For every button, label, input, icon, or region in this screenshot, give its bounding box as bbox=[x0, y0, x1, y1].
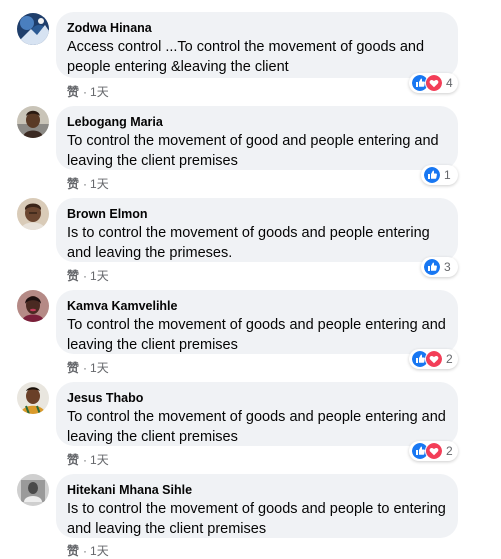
comment-text: Is to control the movement of goods and … bbox=[67, 501, 446, 537]
like-button[interactable]: 赞 bbox=[67, 453, 79, 467]
like-icon bbox=[423, 166, 441, 184]
like-button[interactable]: 赞 bbox=[67, 269, 79, 283]
reactions-summary[interactable]: 2 bbox=[409, 441, 458, 461]
like-button[interactable]: 赞 bbox=[67, 544, 79, 558]
separator-dot: · bbox=[83, 269, 88, 283]
comment-actions: 赞 · 1天 bbox=[67, 268, 109, 284]
avatar-image bbox=[17, 290, 49, 322]
reactions-summary[interactable]: 3 bbox=[421, 257, 458, 277]
comment-author[interactable]: Hitekani Mhana Sihle bbox=[67, 482, 446, 498]
comment: Jesus Thabo To control the movement of g… bbox=[0, 376, 501, 468]
comment-author[interactable]: Lebogang Maria bbox=[67, 114, 446, 130]
comment-bubble: Zodwa Hinana Access control ...To contro… bbox=[56, 12, 458, 78]
comment-actions: 赞 · 1天 bbox=[67, 84, 109, 100]
comment-time[interactable]: 1天 bbox=[90, 177, 109, 191]
reactions-summary[interactable]: 2 bbox=[409, 349, 458, 369]
like-button[interactable]: 赞 bbox=[67, 361, 79, 375]
separator-dot: · bbox=[83, 453, 88, 467]
comment: Zodwa Hinana Access control ...To contro… bbox=[0, 0, 501, 100]
avatar[interactable] bbox=[17, 106, 49, 138]
comment: Kamva Kamvelihle To control the movement… bbox=[0, 284, 501, 376]
avatar[interactable] bbox=[17, 290, 49, 322]
comment-text: To control the movement of goods and peo… bbox=[67, 317, 446, 353]
comment-author[interactable]: Kamva Kamvelihle bbox=[67, 298, 446, 314]
love-icon bbox=[425, 442, 443, 460]
comment-author[interactable]: Jesus Thabo bbox=[67, 390, 446, 406]
love-icon bbox=[425, 74, 443, 92]
reaction-count: 4 bbox=[446, 76, 453, 90]
comment-text: To control the movement of goods and peo… bbox=[67, 409, 446, 445]
comment-time[interactable]: 1天 bbox=[90, 544, 109, 558]
separator-dot: · bbox=[83, 544, 88, 558]
comment-bubble: Hitekani Mhana Sihle Is to control the m… bbox=[56, 474, 458, 538]
comment: Lebogang Maria To control the movement o… bbox=[0, 100, 501, 192]
like-button[interactable]: 赞 bbox=[67, 177, 79, 191]
comment-text: Is to control the movement of goods and … bbox=[67, 225, 430, 261]
avatar[interactable] bbox=[17, 13, 49, 45]
comment-bubble: Kamva Kamvelihle To control the movement… bbox=[56, 290, 458, 354]
avatar[interactable] bbox=[17, 198, 49, 230]
comment-actions: 赞 · 1天 bbox=[67, 360, 109, 376]
comment-author[interactable]: Zodwa Hinana bbox=[67, 20, 446, 36]
avatar-image bbox=[17, 106, 49, 138]
like-icon bbox=[423, 258, 441, 276]
reactions-summary[interactable]: 4 bbox=[409, 73, 458, 93]
reaction-count: 2 bbox=[446, 444, 453, 458]
separator-dot: · bbox=[83, 85, 88, 99]
reaction-count: 2 bbox=[446, 352, 453, 366]
comment-text: To control the movement of good and peop… bbox=[67, 133, 439, 169]
avatar-image bbox=[17, 474, 49, 506]
reactions-summary[interactable]: 1 bbox=[421, 165, 458, 185]
reaction-count: 3 bbox=[444, 260, 451, 274]
comment-time[interactable]: 1天 bbox=[90, 85, 109, 99]
comment-time[interactable]: 1天 bbox=[90, 453, 109, 467]
separator-dot: · bbox=[83, 361, 88, 375]
love-icon bbox=[425, 350, 443, 368]
comment-time[interactable]: 1天 bbox=[90, 361, 109, 375]
avatar-image bbox=[17, 198, 49, 230]
comment-actions: 赞 · 1天 bbox=[67, 452, 109, 468]
comment-actions: 赞 · 1天 bbox=[67, 543, 109, 559]
separator-dot: · bbox=[83, 177, 88, 191]
avatar[interactable] bbox=[17, 382, 49, 414]
avatar-image bbox=[17, 382, 49, 414]
comment-actions: 赞 · 1天 bbox=[67, 176, 109, 192]
comment-bubble: Lebogang Maria To control the movement o… bbox=[56, 106, 458, 170]
comment-time[interactable]: 1天 bbox=[90, 269, 109, 283]
comment-bubble: Brown Elmon Is to control the movement o… bbox=[56, 198, 458, 262]
comment: Hitekani Mhana Sihle Is to control the m… bbox=[0, 468, 501, 558]
comment-bubble: Jesus Thabo To control the movement of g… bbox=[56, 382, 458, 446]
comment-author[interactable]: Brown Elmon bbox=[67, 206, 446, 222]
comment-text: Access control ...To control the movemen… bbox=[67, 39, 425, 75]
avatar-image bbox=[17, 13, 49, 45]
like-button[interactable]: 赞 bbox=[67, 85, 79, 99]
reaction-count: 1 bbox=[444, 168, 451, 182]
comment: Brown Elmon Is to control the movement o… bbox=[0, 192, 501, 284]
avatar[interactable] bbox=[17, 474, 49, 506]
